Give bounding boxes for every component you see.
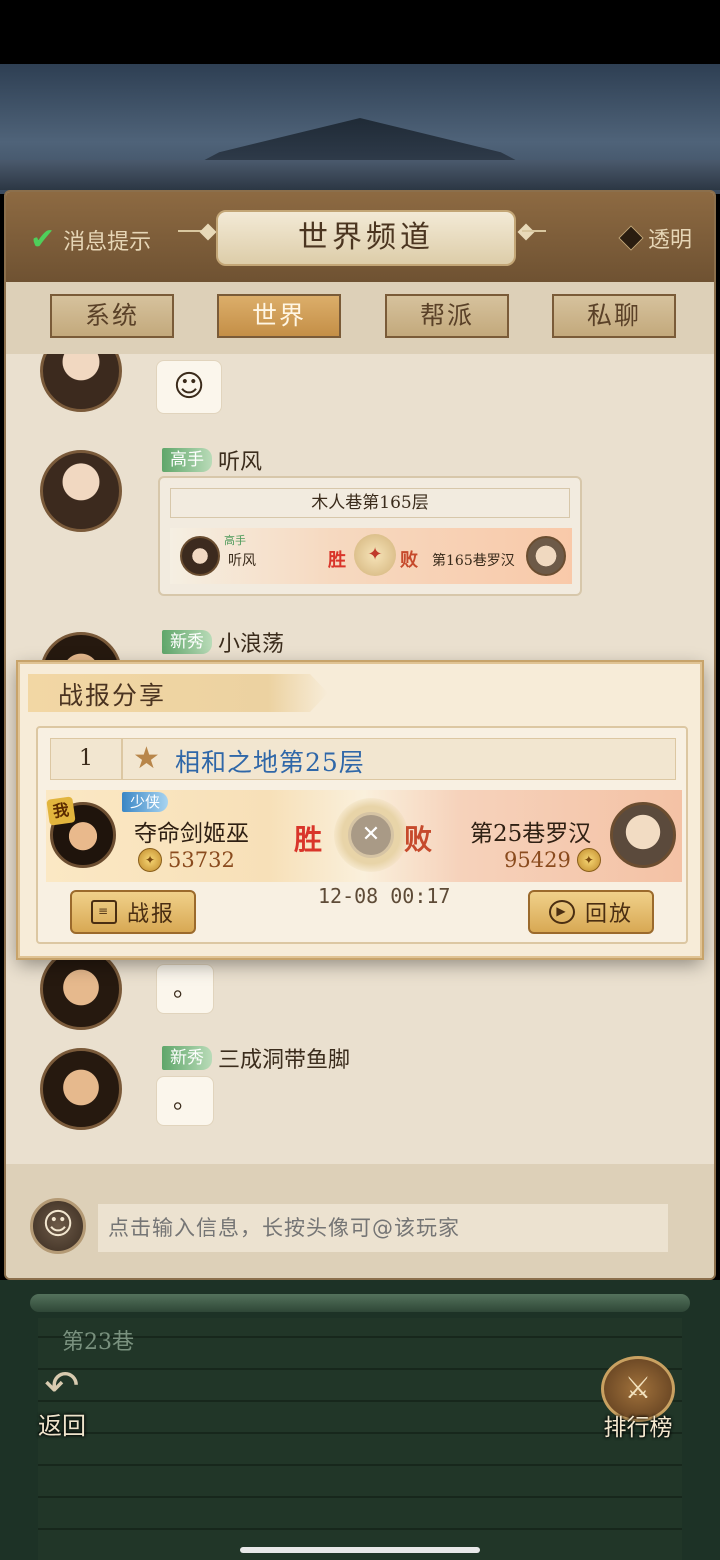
win-label: 胜: [328, 550, 346, 571]
title-ornament-right: [522, 230, 546, 232]
avatar: [180, 536, 220, 576]
tab-world[interactable]: 世界: [217, 294, 341, 338]
status-bar: [0, 0, 720, 64]
avatar[interactable]: [40, 450, 122, 532]
input-bar: ☺: [6, 1164, 714, 1278]
message-sender: 新秀 小浪荡: [162, 626, 284, 658]
crossed-swords-icon: ✕: [348, 812, 394, 858]
list-icon: ≡: [90, 900, 117, 924]
ranking-label: 排行榜: [603, 1415, 673, 1441]
report-index: 1: [51, 739, 123, 779]
opponent-name: 第25巷罗汉: [470, 821, 592, 847]
message-bubble: 。: [156, 1076, 214, 1126]
player-power: ✦ 53732: [138, 848, 235, 872]
back-label: 返回: [38, 1412, 86, 1440]
opponent-avatar[interactable]: [610, 802, 676, 868]
battle-level: 木人巷第165层: [170, 488, 570, 518]
sender-name: 三成洞带鱼脚: [218, 1048, 351, 1073]
message-bubble: 。: [156, 964, 214, 1014]
home-indicator[interactable]: [240, 1547, 480, 1553]
avatar[interactable]: [40, 1048, 122, 1130]
notify-label: 消息提示: [63, 229, 152, 255]
notify-toggle[interactable]: ✔ 消息提示: [30, 222, 151, 257]
sender-name: 小浪荡: [218, 632, 285, 657]
transparent-label: 透明: [648, 228, 693, 253]
me-tag: 我: [46, 796, 76, 826]
channel-tabs: 系统 世界 帮派 私聊: [6, 282, 714, 354]
back-button[interactable]: ↶ 返回: [22, 1361, 102, 1441]
panel-title: 世界频道: [216, 210, 516, 266]
power-coin-icon: ✦: [138, 848, 162, 872]
diamond-ornament-icon: [517, 223, 535, 241]
message-sender: 新秀 三成洞带鱼脚: [162, 1042, 350, 1074]
level-row: 1 ★ 相和之地第25层: [50, 738, 676, 780]
lose-label: 败: [400, 550, 418, 571]
popup-title: 战报分享: [58, 681, 167, 710]
message-sender: 高手 听风: [162, 444, 262, 476]
opponent-power-value: 95429: [504, 848, 571, 872]
battle-row: 我 少侠 夺命剑姬巫 ✦ 53732 胜 ✕ 败 第25巷罗汉 95429 ✦: [46, 790, 682, 882]
background-bar: [30, 1294, 690, 1312]
emoji-button[interactable]: ☺: [30, 1198, 86, 1254]
tab-guild[interactable]: 帮派: [385, 294, 509, 338]
opponent-name: 第165巷罗汉: [432, 553, 515, 569]
report-button[interactable]: ≡ 战报: [70, 890, 196, 934]
panel-header: ✔ 消息提示 世界频道 透明: [6, 192, 714, 282]
background-wall: [38, 1318, 682, 1560]
avatar[interactable]: [40, 948, 122, 1030]
avatar[interactable]: [40, 354, 122, 412]
win-label: 胜: [294, 823, 323, 856]
rank-tag: 新秀: [162, 630, 212, 654]
checkmark-icon: ✔: [30, 222, 56, 257]
battle-emblem-icon: ✦: [354, 534, 396, 576]
opponent-power: 95429 ✦: [504, 848, 601, 872]
chat-input[interactable]: [98, 1204, 668, 1252]
report-button-label: 战报: [126, 902, 175, 927]
rank-tag: 高手: [162, 448, 212, 472]
tab-private[interactable]: 私聊: [552, 294, 676, 338]
back-arrow-icon: ↶: [44, 1361, 80, 1410]
diamond-ornament-icon: [199, 223, 217, 241]
battle-report-popup: 战报分享 1 ★ 相和之地第25层 我 少侠 夺命剑姬巫 ✦ 53732 胜 ✕…: [18, 662, 702, 958]
rank-tag: 少侠: [122, 792, 169, 812]
battle-result-row: 高手 听风 胜 ✦ 败 第165巷罗汉: [170, 528, 572, 584]
diamond-checkbox-icon: [618, 225, 644, 251]
report-timestamp: 12-08 00:17: [318, 884, 451, 908]
tab-system[interactable]: 系统: [50, 294, 174, 338]
level-name: 相和之地第25层: [175, 748, 365, 777]
wall-label: 第23巷: [62, 1330, 134, 1355]
avatar: [526, 536, 566, 576]
player-name: 夺命剑姬巫: [134, 821, 249, 847]
battle-report-card: 1 ★ 相和之地第25层 我 少侠 夺命剑姬巫 ✦ 53732 胜 ✕ 败 第2…: [36, 726, 688, 944]
background-roof-edge: [0, 160, 720, 190]
power-coin-icon: ✦: [576, 848, 601, 872]
battle-emblem: ✕: [334, 798, 408, 872]
replay-button[interactable]: ▶ 回放: [528, 890, 654, 934]
laughing-face-icon: ☺: [156, 360, 222, 414]
star-icon: ★: [133, 741, 160, 776]
ranking-button[interactable]: ⚔ 排行榜: [596, 1356, 680, 1448]
play-icon: ▶: [548, 900, 575, 924]
player-name: 听风: [228, 553, 256, 569]
transparent-toggle[interactable]: 透明: [618, 222, 693, 254]
sender-name: 听风: [218, 450, 263, 475]
rank-tag: 新秀: [162, 1046, 212, 1070]
player-power-value: 53732: [168, 848, 235, 872]
replay-button-label: 回放: [584, 902, 633, 927]
battle-report-message[interactable]: 木人巷第165层 高手 听风 胜 ✦ 败 第165巷罗汉: [158, 476, 582, 596]
rank-tag: 高手: [224, 534, 246, 547]
lose-label: 败: [404, 823, 433, 856]
